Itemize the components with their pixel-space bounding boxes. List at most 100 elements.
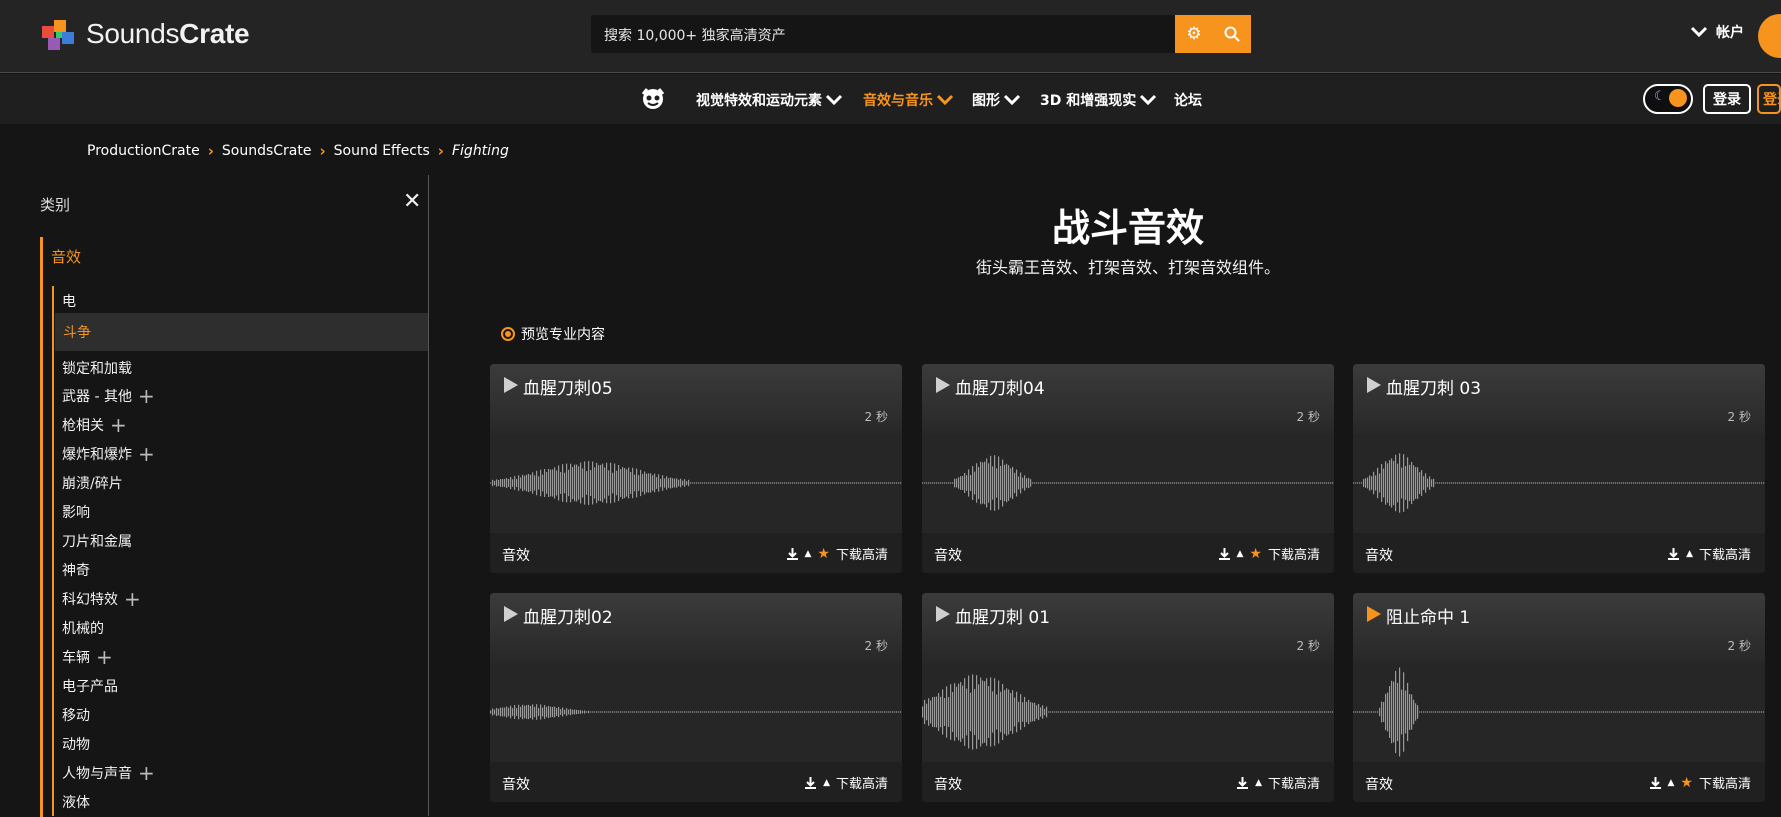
top-header: SoundsCrate 搜索 10,000+ 独家高清资产 ⚙ 帐户 [0, 0, 1781, 73]
chevron-down-icon [1690, 26, 1708, 38]
plus-icon[interactable]: + [138, 763, 155, 783]
nav-item-vfx[interactable]: 视觉特效和运动元素 [696, 90, 843, 110]
sidebar-item-lock-and-load[interactable]: 锁定和加载 [62, 358, 132, 378]
search-bar: 搜索 10,000+ 独家高清资产 ⚙ [591, 15, 1251, 53]
nav-item-graphics[interactable]: 图形 [972, 90, 1021, 110]
caret-up-icon[interactable]: ▲ [1237, 549, 1244, 559]
sound-card[interactable]: 血腥刀刺04 2 秒 音效 ▲ ★ 下载高清 [922, 364, 1334, 573]
download-icon[interactable] [804, 776, 817, 790]
sidebar-item-electric[interactable]: 电 [62, 291, 76, 311]
download-icon[interactable] [1667, 547, 1680, 561]
sidebar-item-fighting[interactable]: 斗争 [55, 313, 428, 351]
search-settings-button[interactable]: ⚙ [1175, 15, 1213, 53]
nav-item-forum[interactable]: 论坛 [1174, 90, 1202, 110]
sidebar-item-explosions[interactable]: 爆炸和爆炸 + [62, 444, 155, 464]
crate-mascot-icon[interactable] [640, 86, 666, 116]
signup-button[interactable]: 登录 [1757, 84, 1781, 114]
sidebar-item-movement[interactable]: 移动 [62, 705, 90, 725]
sidebar-item-electronics[interactable]: 电子产品 [62, 676, 118, 696]
nav-item-3d[interactable]: 3D 和增强现实 [1040, 90, 1157, 110]
waveform[interactable] [922, 663, 1334, 762]
sidebar-item-gun-related[interactable]: 枪相关 + [62, 415, 127, 435]
card-footer: 音效 ▲ ★ 下载高清 [490, 533, 902, 573]
sidebar-item-blades-metal[interactable]: 刀片和金属 [62, 531, 132, 551]
plus-icon[interactable]: + [138, 386, 155, 406]
sidebar-item-animals[interactable]: 动物 [62, 734, 90, 754]
card-duration: 2 秒 [1296, 639, 1320, 653]
card-title[interactable]: 血腥刀刺 01 [955, 603, 1050, 628]
sidebar-item-impacts[interactable]: 影响 [62, 502, 90, 522]
waveform[interactable] [922, 434, 1334, 533]
card-title[interactable]: 血腥刀刺05 [523, 374, 613, 399]
play-icon[interactable] [504, 606, 518, 622]
waveform[interactable] [490, 434, 902, 533]
nav-item-audio[interactable]: 音效与音乐 [863, 90, 954, 110]
card-title[interactable]: 阻止命中 1 [1386, 603, 1470, 628]
caret-up-icon[interactable]: ▲ [805, 549, 812, 559]
sidebar-item-mechanical[interactable]: 机械的 [62, 618, 104, 638]
download-hd-link[interactable]: 下载高清 [1699, 773, 1751, 792]
sound-card[interactable]: 血腥刀刺 01 2 秒 音效 ▲ 下载高清 [922, 593, 1334, 802]
download-hd-link[interactable]: 下载高清 [1268, 544, 1320, 563]
download-hd-link[interactable]: 下载高清 [836, 544, 888, 563]
card-actions: ▲ ★ 下载高清 [1218, 544, 1320, 563]
login-button[interactable]: 登录 [1703, 84, 1751, 114]
waveform[interactable] [1353, 434, 1765, 533]
search-icon [1224, 26, 1240, 42]
play-icon[interactable] [936, 606, 950, 622]
waveform[interactable] [1353, 663, 1765, 762]
logo[interactable]: SoundsCrate [38, 14, 250, 54]
sidebar-item-vehicles[interactable]: 车辆 + [62, 647, 113, 667]
download-hd-link[interactable]: 下载高清 [1268, 773, 1320, 792]
account-menu[interactable]: 帐户 [1690, 22, 1744, 42]
plus-icon[interactable]: + [110, 415, 127, 435]
breadcrumb-item-soundscrate[interactable]: SoundsCrate [222, 143, 312, 159]
search-button[interactable] [1213, 15, 1251, 53]
theme-toggle[interactable]: ☾ [1643, 84, 1693, 114]
card-actions: ▲ 下载高清 [1236, 773, 1320, 792]
sidebar-item-people-voices[interactable]: 人物与声音 + [62, 763, 155, 783]
gear-icon: ⚙ [1186, 24, 1202, 44]
caret-up-icon[interactable]: ▲ [1255, 778, 1262, 788]
sidebar-item-magic[interactable]: 神奇 [62, 560, 90, 580]
sidebar-item-weapons-other[interactable]: 武器 - 其他 + [62, 386, 155, 406]
caret-up-icon[interactable]: ▲ [823, 778, 830, 788]
plus-icon[interactable]: + [138, 444, 155, 464]
download-hd-link[interactable]: 下载高清 [1699, 544, 1751, 563]
page-title: 战斗音效 [1051, 206, 1204, 250]
waveform[interactable] [490, 663, 902, 762]
sound-card[interactable]: 血腥刀刺 03 2 秒 音效 ▲ 下载高清 [1353, 364, 1765, 573]
card-duration: 2 秒 [1727, 639, 1751, 653]
download-hd-link[interactable]: 下载高清 [836, 773, 888, 792]
waveform-graphic [490, 704, 902, 720]
waveform-graphic [1353, 453, 1765, 513]
plus-icon[interactable]: + [96, 647, 113, 667]
plus-icon[interactable]: + [124, 589, 141, 609]
breadcrumb-item-productioncrate[interactable]: ProductionCrate [87, 143, 200, 159]
caret-up-icon[interactable]: ▲ [1668, 778, 1675, 788]
caret-up-icon[interactable]: ▲ [1686, 549, 1693, 559]
download-icon[interactable] [786, 547, 799, 561]
card-duration: 2 秒 [864, 639, 888, 653]
card-title[interactable]: 血腥刀刺 03 [1386, 374, 1481, 399]
breadcrumb-item-sound-effects[interactable]: Sound Effects [334, 143, 430, 159]
preview-pro-toggle[interactable]: 预览专业内容 [501, 324, 605, 344]
play-icon[interactable] [1367, 606, 1381, 622]
play-icon[interactable] [1367, 377, 1381, 393]
card-title[interactable]: 血腥刀刺02 [523, 603, 613, 628]
sidebar-item-crash-debris[interactable]: 崩溃/碎片 [62, 473, 123, 493]
sidebar-item-liquids[interactable]: 液体 [62, 792, 90, 812]
chevron-right-icon: › [207, 142, 214, 160]
download-icon[interactable] [1236, 776, 1249, 790]
card-title[interactable]: 血腥刀刺04 [955, 374, 1045, 399]
search-input[interactable]: 搜索 10,000+ 独家高清资产 [604, 25, 786, 45]
sidebar-item-scifi[interactable]: 科幻特效 + [62, 589, 141, 609]
user-avatar-icon[interactable] [1758, 14, 1781, 58]
sound-card[interactable]: 阻止命中 1 2 秒 音效 ▲ ★ 下载高清 [1353, 593, 1765, 802]
download-icon[interactable] [1218, 547, 1231, 561]
play-icon[interactable] [936, 377, 950, 393]
sound-card[interactable]: 血腥刀刺05 2 秒 音效 ▲ ★ 下载高清 [490, 364, 902, 573]
download-icon[interactable] [1649, 776, 1662, 790]
play-icon[interactable] [504, 377, 518, 393]
sound-card[interactable]: 血腥刀刺02 2 秒 音效 ▲ 下载高清 [490, 593, 902, 802]
